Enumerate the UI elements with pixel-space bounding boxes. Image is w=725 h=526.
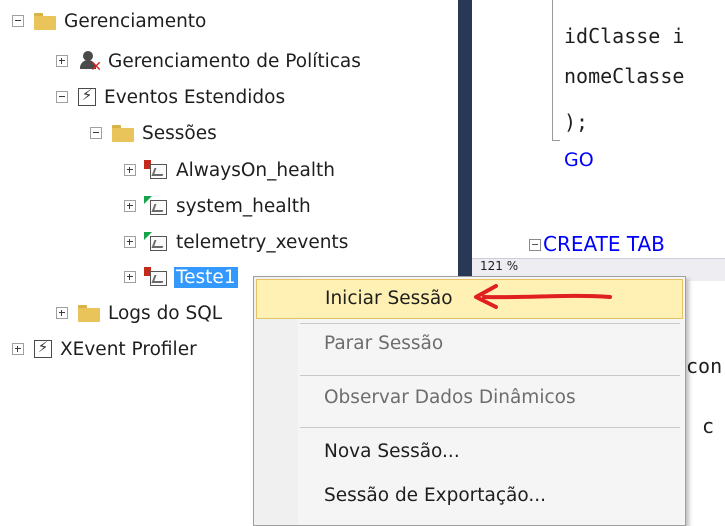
expand-toggle[interactable]: [12, 343, 24, 355]
tree-node-management[interactable]: Gerenciamento: [12, 4, 206, 38]
code-line: idClasse i: [564, 24, 685, 48]
tree-node-sql-logs[interactable]: Logs do SQL: [56, 296, 222, 330]
tree-node-session[interactable]: telemetry_xevents: [124, 225, 348, 259]
collapse-toggle[interactable]: [56, 91, 68, 103]
expand-toggle[interactable]: [124, 236, 136, 248]
menu-separator: [300, 375, 680, 376]
collapse-toggle[interactable]: [90, 127, 102, 139]
menu-separator: [300, 427, 680, 428]
tree-node-policy-management[interactable]: ✕ Gerenciamento de Políticas: [56, 44, 361, 78]
extended-events-icon: ⚡: [34, 338, 52, 358]
code-line: nomeClasse: [564, 64, 685, 88]
session-stopped-icon: [144, 160, 170, 180]
menu-item-export-session[interactable]: Sessão de Exportação...: [256, 477, 683, 517]
session-running-icon: [144, 232, 170, 252]
expand-toggle[interactable]: [124, 200, 136, 212]
tree-node-label: Gerenciamento: [64, 10, 207, 32]
code-fold-line: [552, 140, 560, 141]
tree-node-session[interactable]: system_health: [124, 189, 311, 223]
session-stopped-icon: [144, 267, 170, 287]
expand-toggle[interactable]: [124, 271, 136, 283]
folder-icon: [34, 12, 56, 30]
collapse-toggle[interactable]: [12, 15, 24, 27]
code-fold-line: [552, 0, 553, 140]
menu-item-label: Iniciar Sessão: [325, 288, 453, 309]
tree-node-label: Sessões: [142, 122, 217, 144]
tree-node-sessions[interactable]: Sessões: [90, 116, 217, 150]
message-text: con: [686, 354, 723, 378]
extended-events-icon: ⚡: [78, 86, 96, 106]
menu-item-watch-live-data[interactable]: Observar Dados Dinâmicos: [256, 379, 683, 419]
menu-item-stop-session[interactable]: Parar Sessão: [256, 325, 683, 365]
code-collapse-toggle[interactable]: [529, 239, 541, 251]
tree-node-label: AlwaysOn_health: [176, 159, 335, 181]
menu-item-label: Parar Sessão: [324, 333, 444, 354]
tree-node-extended-events[interactable]: ⚡ Eventos Estendidos: [56, 80, 285, 114]
code-line-keyword: GO: [564, 149, 594, 171]
folder-icon: [112, 124, 134, 142]
code-line: );: [564, 110, 589, 134]
expand-toggle[interactable]: [56, 307, 68, 319]
menu-separator: [300, 323, 680, 324]
tree-node-session[interactable]: AlwaysOn_health: [124, 153, 335, 187]
tree-node-label: telemetry_xevents: [176, 231, 349, 253]
tree-node-label: Eventos Estendidos: [104, 86, 286, 108]
message-text: c: [702, 414, 715, 438]
folder-icon: [78, 304, 100, 322]
tree-node-label: XEvent Profiler: [60, 338, 197, 360]
menu-item-label: Nova Sessão...: [324, 441, 460, 462]
tree-node-label: Teste1: [174, 266, 238, 288]
expand-toggle[interactable]: [124, 164, 136, 176]
tree-node-label: Logs do SQL: [108, 302, 223, 324]
tree-node-label: system_health: [176, 195, 311, 217]
session-running-icon: [144, 196, 170, 216]
policy-management-icon: ✕: [78, 51, 102, 74]
menu-item-new-session[interactable]: Nova Sessão...: [256, 433, 683, 473]
tree-node-session-selected[interactable]: Teste1: [124, 260, 238, 294]
session-context-menu: Iniciar Sessão Parar Sessão Observar Dad…: [253, 276, 686, 526]
code-line-keyword: CREATE TAB: [543, 232, 665, 256]
zoom-level[interactable]: 121 %: [480, 259, 518, 273]
menu-item-label: Observar Dados Dinâmicos: [324, 387, 576, 408]
expand-toggle[interactable]: [56, 55, 68, 67]
annotation-arrow-icon: [474, 284, 612, 309]
tree-node-label: Gerenciamento de Políticas: [108, 50, 361, 72]
menu-item-label: Sessão de Exportação...: [324, 485, 546, 506]
tree-node-xevent-profiler[interactable]: ⚡ XEvent Profiler: [12, 332, 197, 366]
